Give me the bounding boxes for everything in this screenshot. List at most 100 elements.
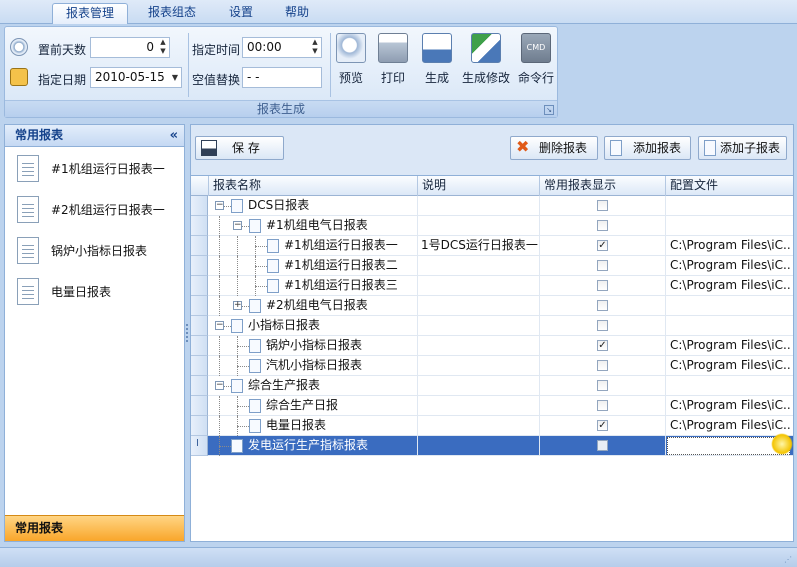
config-file-path[interactable]: C:\Program Files\iC... [666,336,791,356]
row-header[interactable] [191,396,208,416]
null-replace-input[interactable]: - - [242,67,322,88]
report-description[interactable] [418,436,540,456]
table-row[interactable]: − DCS日报表 [191,196,793,216]
row-header[interactable] [191,276,208,296]
favorite-checkbox[interactable] [597,200,608,211]
tree-node-cell[interactable]: 电量日报表 [209,416,418,436]
favorite-reports-nav-button[interactable]: 常用报表 [5,515,184,541]
collapse-icon[interactable]: − [215,201,224,210]
favorite-report-item[interactable]: #1机组运行日报表一 [5,147,184,188]
table-row[interactable]: − #1机组电气日报表 [191,216,793,236]
date-picker[interactable]: 2010-05-15 ▼ [90,67,182,88]
tree-node-cell[interactable]: − DCS日报表 [209,196,418,216]
table-row[interactable]: + #2机组电气日报表 [191,296,793,316]
report-description[interactable] [418,276,540,296]
favorite-report-item[interactable]: 锅炉小指标日报表 [5,229,184,270]
tree-node-cell[interactable]: − #1机组电气日报表 [209,216,418,236]
favorite-checkbox[interactable] [597,320,608,331]
report-description[interactable] [418,356,540,376]
expand-icon[interactable]: + [233,301,242,310]
favorite-checkbox[interactable]: ✓ [597,340,608,351]
generate-edit-button[interactable]: 生成修改 [460,33,512,93]
collapse-icon[interactable]: − [215,381,224,390]
tree-node-cell[interactable]: 汽机小指标日报表 [209,356,418,376]
config-file-path[interactable]: C:\Program Files\iC... [666,236,791,256]
table-row[interactable]: 综合生产日报 C:\Program Files\iC... [191,396,793,416]
tree-node-cell[interactable]: 发电运行生产指标报表 [209,436,418,456]
report-description[interactable] [418,396,540,416]
tree-node-cell[interactable]: 锅炉小指标日报表 [209,336,418,356]
row-header[interactable] [191,316,208,336]
preview-button[interactable]: 预览 [335,33,367,93]
report-description[interactable] [418,416,540,436]
add-report-button[interactable]: 添加报表 [604,136,691,160]
column-header-favorite[interactable]: 常用报表显示 [540,176,666,196]
report-description[interactable] [418,376,540,396]
favorite-checkbox[interactable] [597,440,608,451]
table-row[interactable]: #1机组运行日报表三 C:\Program Files\iC... [191,276,793,296]
favorite-checkbox[interactable] [597,400,608,411]
favorite-checkbox[interactable] [597,280,608,291]
row-header[interactable] [191,356,208,376]
generate-button[interactable]: 生成 [421,33,453,93]
spin-arrows-icon[interactable]: ▲ ▼ [157,38,169,57]
config-file-path[interactable] [666,296,791,316]
favorite-report-item[interactable]: #2机组运行日报表一 [5,188,184,229]
report-description[interactable] [418,296,540,316]
row-header[interactable] [191,436,208,456]
time-stepper[interactable]: 00:00 ▲ ▼ [242,37,322,58]
row-header[interactable] [191,376,208,396]
tab-report-management[interactable]: 报表管理 [52,3,128,24]
tree-node-cell[interactable]: + #2机组电气日报表 [209,296,418,316]
table-row[interactable]: − 综合生产报表 [191,376,793,396]
row-header[interactable] [191,416,208,436]
config-file-path[interactable] [666,316,791,336]
table-row[interactable]: 汽机小指标日报表 C:\Program Files\iC... [191,356,793,376]
column-header-config-file[interactable]: 配置文件 [666,176,793,196]
spin-arrows-icon[interactable]: ▲ ▼ [309,38,321,57]
config-file-path[interactable]: C:\Program Files\iC... [666,256,791,276]
favorite-report-item[interactable]: 电量日报表 [5,270,184,311]
table-row[interactable]: 发电运行生产指标报表 [191,436,793,456]
delete-report-button[interactable]: ✖ 删除报表 [510,136,598,160]
config-file-path[interactable]: C:\Program Files\iC... [666,416,791,436]
collapse-icon[interactable]: − [233,221,242,230]
add-child-report-button[interactable]: 添加子报表 [698,136,787,160]
row-header[interactable] [191,256,208,276]
config-file-path[interactable]: C:\Program Files\iC... [666,276,791,296]
tree-node-cell[interactable]: #1机组运行日报表三 [209,276,418,296]
favorite-checkbox[interactable] [597,260,608,271]
tree-node-cell[interactable]: #1机组运行日报表一 [209,236,418,256]
config-file-path[interactable] [666,196,791,216]
favorite-checkbox[interactable]: ✓ [597,240,608,251]
row-header[interactable] [191,216,208,236]
row-header[interactable] [191,196,208,216]
row-header[interactable] [191,236,208,256]
favorite-checkbox[interactable] [597,360,608,371]
report-description[interactable] [418,316,540,336]
save-button[interactable]: 保 存 [195,136,284,160]
column-header-name[interactable]: 报表名称 [209,176,418,196]
config-file-path[interactable] [666,376,791,396]
tab-help[interactable]: 帮助 [272,3,322,24]
report-description[interactable] [418,256,540,276]
table-row[interactable]: #1机组运行日报表二 C:\Program Files\iC... [191,256,793,276]
report-description[interactable] [418,216,540,236]
favorite-checkbox[interactable] [597,220,608,231]
table-row[interactable]: #1机组运行日报表一 1号DCS运行日报表一 ✓ C:\Program Files\i… [191,236,793,256]
days-before-stepper[interactable]: 0 ▲ ▼ [90,37,170,58]
favorite-checkbox[interactable]: ✓ [597,420,608,431]
row-header[interactable] [191,296,208,316]
favorite-checkbox[interactable] [597,300,608,311]
chevron-down-icon[interactable]: ▼ [172,68,178,87]
table-row[interactable]: 电量日报表 ✓ C:\Program Files\iC... [191,416,793,436]
tree-node-cell[interactable]: #1机组运行日报表二 [209,256,418,276]
dialog-launcher-icon[interactable]: ↘ [544,105,554,115]
tree-node-cell[interactable]: − 小指标日报表 [209,316,418,336]
table-row[interactable]: − 小指标日报表 [191,316,793,336]
config-file-path[interactable]: C:\Program Files\iC... [666,396,791,416]
config-file-path[interactable]: C:\Program Files\iC... [666,356,791,376]
tree-node-cell[interactable]: − 综合生产报表 [209,376,418,396]
config-file-path[interactable] [666,216,791,236]
column-header-description[interactable]: 说明 [418,176,540,196]
